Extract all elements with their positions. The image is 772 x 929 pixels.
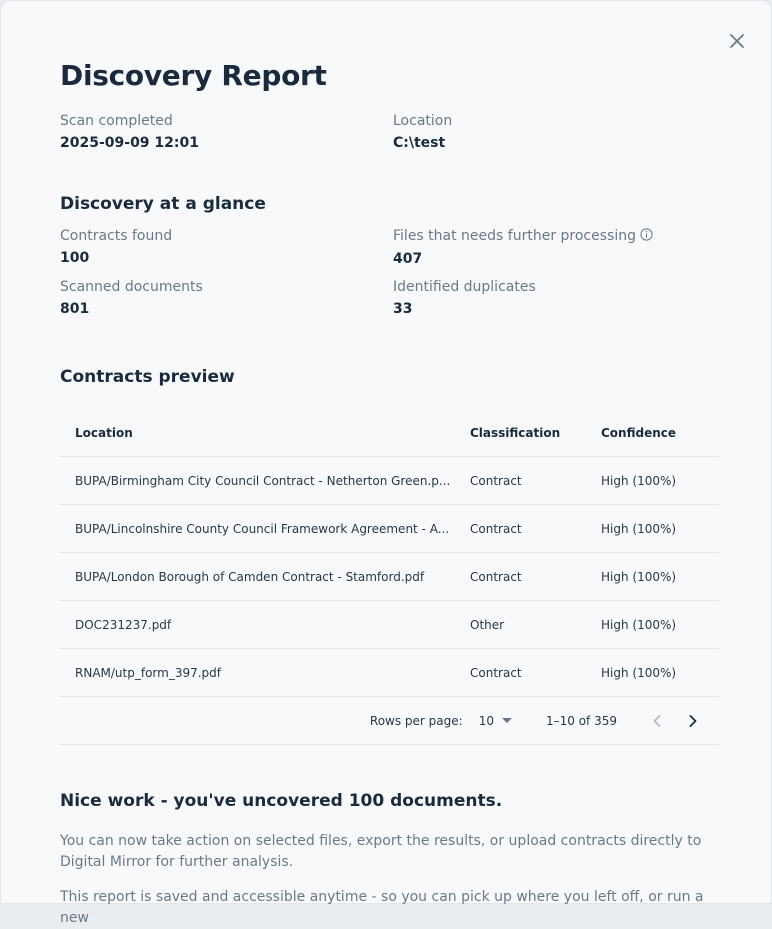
cell-confidence: High (100%) xyxy=(601,473,677,488)
cell-location: RNAM/utp_form_397.pdf xyxy=(75,665,222,680)
scanned-documents: Scanned documents 801 xyxy=(60,278,203,318)
column-header-classification[interactable]: Classification xyxy=(470,426,601,440)
cell-classification: Contract xyxy=(470,521,522,536)
cell-confidence: High (100%) xyxy=(601,617,677,632)
rows-per-page-value: 10 xyxy=(478,713,494,728)
further-processing: Files that needs further processing 407 xyxy=(393,227,653,268)
cell-classification: Contract xyxy=(470,569,522,584)
scan-completed-value: 2025-09-09 12:01 xyxy=(60,135,199,151)
table-row[interactable]: DOC231237.pdf Other High (100%) xyxy=(60,601,719,649)
contracts-table: Location Classification Confidence BUPA/… xyxy=(60,409,719,745)
chevron-down-icon xyxy=(501,717,512,723)
location-value: C:\test xyxy=(393,135,446,151)
column-header-location[interactable]: Location xyxy=(60,426,470,440)
rows-per-page-select[interactable]: 10 xyxy=(479,714,512,728)
cell-classification: Contract xyxy=(470,665,522,680)
cell-location: DOC231237.pdf xyxy=(75,617,172,632)
table-row[interactable]: BUPA/London Borough of Camden Contract -… xyxy=(60,553,719,601)
scan-completed: Scan completed 2025-09-09 12:01 xyxy=(60,112,199,152)
discovery-report-dialog: Discovery Report Scan completed 2025-09-… xyxy=(0,0,772,926)
further-processing-value: 407 xyxy=(393,251,423,267)
table-pagination: Rows per page: 10 1–10 of 359 xyxy=(60,697,719,745)
location-label: Location xyxy=(393,113,453,129)
identified-duplicates: Identified duplicates 33 xyxy=(393,278,536,318)
table-row[interactable]: BUPA/Lincolnshire County Council Framewo… xyxy=(60,505,719,553)
cell-confidence: High (100%) xyxy=(601,569,677,584)
scanned-documents-value: 801 xyxy=(60,301,90,317)
further-processing-label-wrap: Files that needs further processing xyxy=(393,227,653,246)
summary-paragraph: You can now take action on selected file… xyxy=(60,833,702,870)
glance-heading: Discovery at a glance xyxy=(60,194,266,214)
contracts-found: Contracts found 100 xyxy=(60,227,172,267)
close-icon xyxy=(730,34,744,48)
next-page-button[interactable] xyxy=(681,709,705,733)
contracts-found-label: Contracts found xyxy=(60,228,173,244)
summary-heading: Nice work - you've uncovered 100 documen… xyxy=(60,791,503,811)
cell-location: BUPA/London Borough of Camden Contract -… xyxy=(75,569,425,584)
table-row[interactable]: BUPA/Birmingham City Council Contract - … xyxy=(60,457,719,505)
cell-confidence: High (100%) xyxy=(601,521,677,536)
table-header: Location Classification Confidence xyxy=(60,409,719,457)
cell-classification: Other xyxy=(470,617,505,632)
cell-location: BUPA/Lincolnshire County Council Framewo… xyxy=(75,521,450,536)
pagination-range: 1–10 of 359 xyxy=(545,713,617,728)
chevron-right-icon xyxy=(689,714,697,727)
duplicates-value: 33 xyxy=(393,301,413,317)
table-row[interactable]: RNAM/utp_form_397.pdf Contract High (100… xyxy=(60,649,719,697)
rows-per-page-label: Rows per page: xyxy=(369,713,463,728)
contracts-preview-heading: Contracts preview xyxy=(60,367,235,387)
scanned-documents-label: Scanned documents xyxy=(60,279,203,295)
cell-classification: Contract xyxy=(470,473,522,488)
further-processing-label: Files that needs further processing xyxy=(393,228,636,244)
column-header-confidence[interactable]: Confidence xyxy=(601,426,719,440)
scan-completed-label: Scan completed xyxy=(60,113,173,129)
cell-location: BUPA/Birmingham City Council Contract - … xyxy=(75,473,451,488)
close-button[interactable] xyxy=(727,31,747,51)
summary-paragraph-saved: This report is saved and accessible anyt… xyxy=(60,889,704,926)
duplicates-label: Identified duplicates xyxy=(393,279,536,295)
scan-location: Location C:\test xyxy=(393,112,452,152)
contracts-found-value: 100 xyxy=(60,250,90,266)
cell-confidence: High (100%) xyxy=(601,665,677,680)
info-icon[interactable] xyxy=(640,228,653,246)
page-title: Discovery Report xyxy=(60,59,327,92)
chevron-left-icon xyxy=(653,714,661,727)
previous-page-button[interactable] xyxy=(645,709,669,733)
